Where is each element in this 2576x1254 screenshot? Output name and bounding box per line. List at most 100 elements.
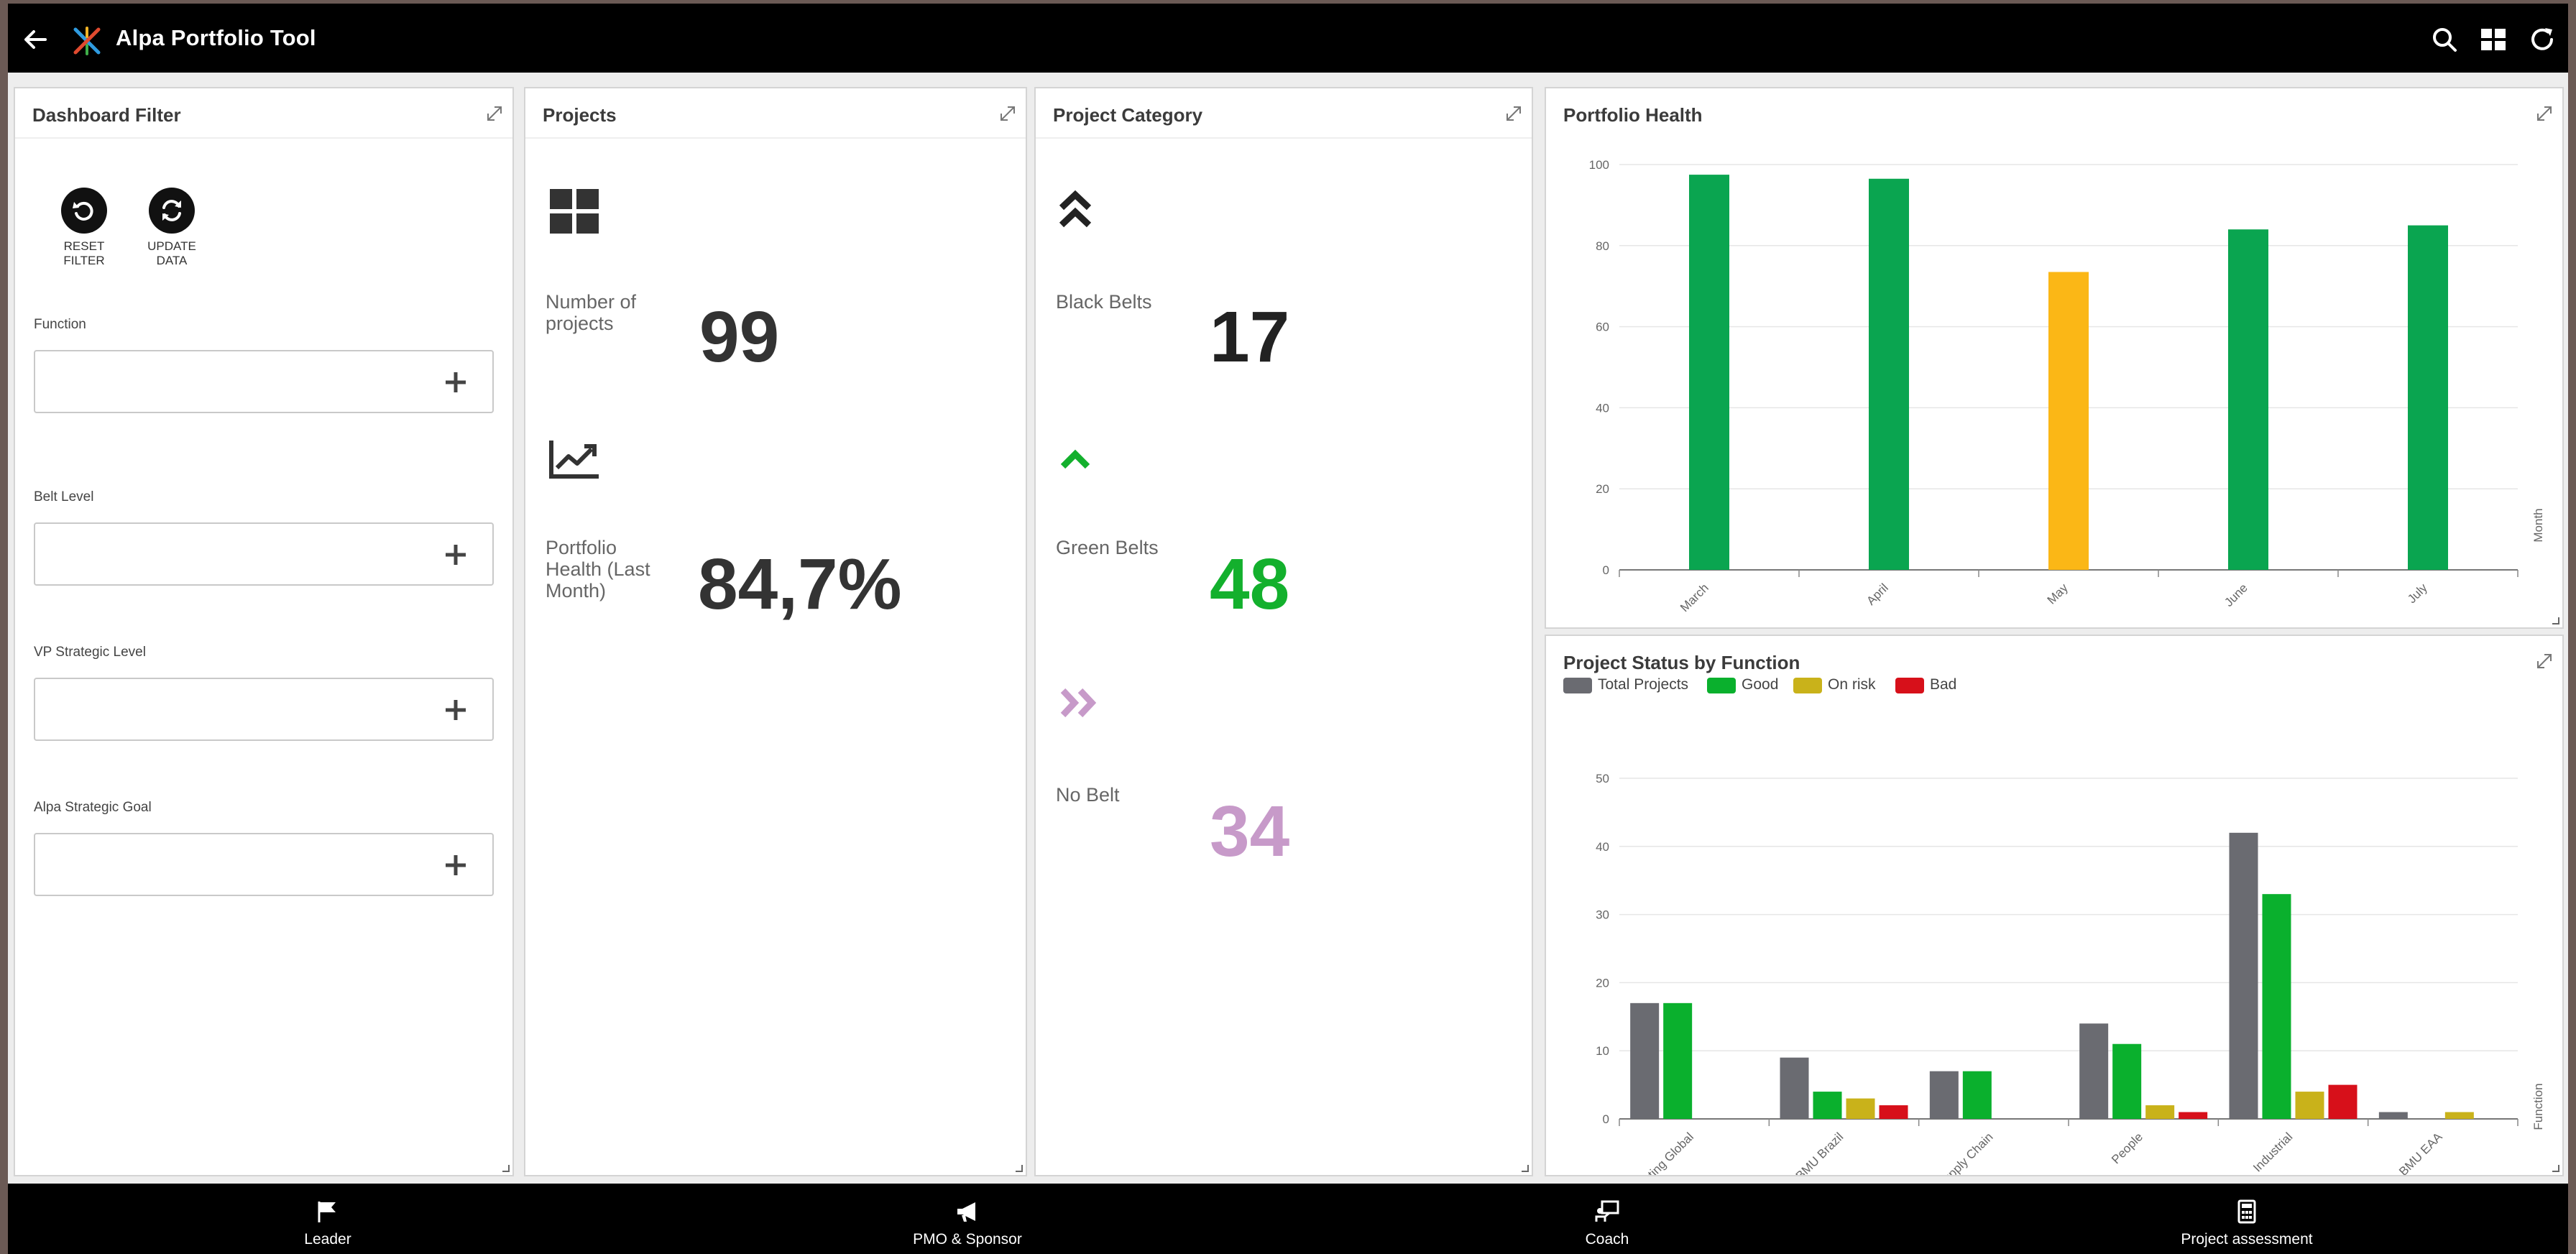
plus-icon[interactable] xyxy=(443,543,468,567)
expand-icon[interactable] xyxy=(485,104,504,123)
panel-title: Project Category xyxy=(1053,104,1203,126)
bar xyxy=(2112,1043,2142,1119)
nav-project-assessment[interactable]: Project assessment xyxy=(1927,1184,2567,1254)
bar xyxy=(2408,225,2448,570)
resize-handle-icon[interactable] xyxy=(1520,1163,1529,1172)
legend-good[interactable]: Good xyxy=(1742,676,1778,693)
number-of-projects-value: 99 xyxy=(699,297,780,377)
y-tick-label: 50 xyxy=(1596,772,1609,785)
app-logo-icon xyxy=(73,27,101,55)
resize-handle-icon[interactable] xyxy=(2551,616,2559,624)
x-tick-label: April xyxy=(1864,581,1890,607)
double-chevron-up-icon xyxy=(1059,190,1092,228)
y-tick-label: 20 xyxy=(1596,976,1609,990)
dashboard-grid-icon xyxy=(550,189,599,234)
panel-title: Projects xyxy=(543,104,617,126)
portfolio-health-panel: Portfolio Health 0 20 40 60 80 100 March April M… xyxy=(1545,87,2564,629)
x-tick-label: Marketing Global xyxy=(1622,1130,1696,1175)
dashboard-grid-icon[interactable] xyxy=(2479,25,2508,54)
update-data-label: UPDATE DATA xyxy=(147,239,196,267)
x-tick-label: June xyxy=(2222,581,2250,609)
bar xyxy=(1879,1105,1908,1119)
plus-icon[interactable] xyxy=(443,698,468,722)
bar xyxy=(1813,1092,1842,1119)
resize-handle-icon[interactable] xyxy=(2551,1163,2559,1172)
bar xyxy=(2228,229,2268,570)
update-data-button[interactable] xyxy=(149,188,195,234)
trending-up-chart-icon xyxy=(549,441,599,479)
projects-panel: Projects Number of projects 99 Portfolio H… xyxy=(524,87,1027,1176)
bar xyxy=(1780,1057,1809,1119)
legend-total-projects[interactable]: Total Projects xyxy=(1598,676,1688,693)
bar xyxy=(1630,1002,1660,1119)
sync-icon xyxy=(162,200,181,221)
panel-title: Portfolio Health xyxy=(1563,104,1703,126)
project-status-chart: 0 10 20 30 40 50 Marketing Global BMU Brazil Sup… xyxy=(1596,772,2545,1175)
expand-icon[interactable] xyxy=(1504,104,1523,123)
x-tick-label: People xyxy=(2109,1130,2145,1166)
refresh-icon[interactable] xyxy=(2528,25,2557,54)
nav-label: Project assessment xyxy=(2181,1231,2313,1248)
black-belts-value: 17 xyxy=(1210,297,1290,377)
y-tick-label: 30 xyxy=(1596,908,1609,922)
app-window: Alpa Portfolio Tool Dashboard Filter RES… xyxy=(8,4,2568,1254)
y-tick-label: 100 xyxy=(1589,158,1609,172)
expand-icon[interactable] xyxy=(2535,652,2554,670)
y-tick-label: 40 xyxy=(1596,840,1609,854)
bar xyxy=(2179,1112,2208,1119)
legend-swatch-on-risk xyxy=(1793,678,1822,693)
y-tick-label: 60 xyxy=(1596,321,1609,334)
vp-strategic-level-label: VP Strategic Level xyxy=(34,645,146,660)
panel-divider xyxy=(1036,137,1532,139)
belt-level-filter-field[interactable] xyxy=(34,522,494,586)
y-tick-label: 0 xyxy=(1603,563,1609,577)
chevron-up-icon xyxy=(1060,449,1090,469)
plus-icon[interactable] xyxy=(443,853,468,877)
legend-bad[interactable]: Bad xyxy=(1930,676,1956,693)
bar xyxy=(2295,1092,2324,1119)
expand-icon[interactable] xyxy=(998,104,1017,123)
y-tick-label: 40 xyxy=(1596,401,1609,415)
expand-icon[interactable] xyxy=(2535,104,2554,123)
bar xyxy=(1869,178,1909,571)
nav-coach[interactable]: Coach xyxy=(1287,1184,1927,1254)
x-tick-label: May xyxy=(2045,581,2071,607)
alpa-strategic-goal-filter-field[interactable] xyxy=(34,833,494,896)
legend-swatch-good xyxy=(1707,678,1736,693)
resize-handle-icon[interactable] xyxy=(1014,1163,1023,1172)
portfolio-health-chart: 0 20 40 60 80 100 March April May June July Month xyxy=(1589,158,2545,614)
x-tick-label: BMU Brazil xyxy=(1793,1130,1846,1175)
undo-icon xyxy=(73,201,93,221)
project-status-by-function-panel: Project Status by Function Total Project… xyxy=(1545,635,2564,1176)
plus-icon[interactable] xyxy=(443,370,468,395)
belt-level-label: Belt Level xyxy=(34,489,94,504)
x-axis-title: Month xyxy=(2531,508,2545,542)
green-belts-label: Green Belts xyxy=(1056,537,1159,558)
portfolio-health-label: Portfolio Health (Last Month) xyxy=(546,537,650,601)
no-belt-label: No Belt xyxy=(1056,784,1120,806)
bar xyxy=(1663,1002,1693,1119)
function-filter-field[interactable] xyxy=(34,350,494,413)
nav-pmo-sponsor[interactable]: PMO & Sponsor xyxy=(648,1184,1287,1254)
nav-leader[interactable]: Leader xyxy=(8,1184,648,1254)
bar xyxy=(2378,1112,2408,1119)
legend-on-risk[interactable]: On risk xyxy=(1828,676,1876,693)
function-label: Function xyxy=(34,317,86,332)
presentation-icon xyxy=(1595,1200,1619,1222)
top-bar: Alpa Portfolio Tool xyxy=(8,4,2568,73)
y-tick-label: 0 xyxy=(1603,1112,1609,1126)
vp-strategic-level-filter-field[interactable] xyxy=(34,678,494,741)
calculator-icon xyxy=(2237,1199,2256,1224)
back-arrow-icon[interactable] xyxy=(21,25,50,54)
panel-divider xyxy=(525,137,1026,139)
project-category-panel: Project Category Black Belts 17 Green Be… xyxy=(1034,87,1533,1176)
bottom-nav-bar: Leader PMO & Sponsor Coach Project asses… xyxy=(8,1184,2568,1254)
search-icon[interactable] xyxy=(2430,25,2459,54)
dashboard-filter-panel: Dashboard Filter RESET FILTER UPDATE DATA xyxy=(14,87,514,1176)
bar xyxy=(1689,175,1729,571)
no-belt-value: 34 xyxy=(1210,791,1290,872)
x-tick-label: Supply Chain xyxy=(1935,1130,1996,1175)
reset-filter-button[interactable] xyxy=(61,188,107,234)
black-belts-label: Black Belts xyxy=(1056,291,1152,313)
resize-handle-icon[interactable] xyxy=(501,1163,510,1172)
